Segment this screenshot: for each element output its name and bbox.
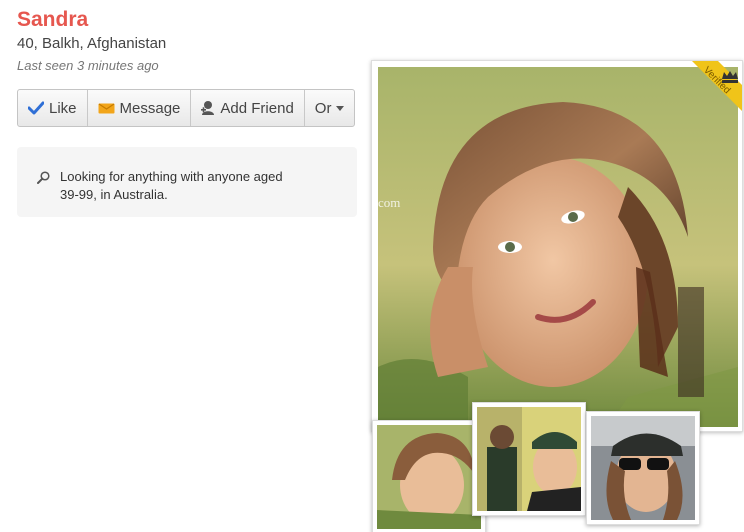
caret-down-icon	[336, 105, 345, 111]
looking-for-text: Looking for anything with anyone aged 39…	[60, 169, 283, 202]
photo-thumbnail-3[interactable]	[586, 411, 700, 525]
thumbnail-image-2	[477, 407, 581, 511]
photo-thumbnail-2[interactable]	[472, 402, 586, 516]
photo-thumbnail-1[interactable]	[372, 420, 486, 532]
looking-for-panel: Looking for anything with anyone aged 39…	[17, 147, 357, 217]
checkmark-icon	[28, 101, 44, 115]
person-add-icon	[201, 100, 215, 116]
envelope-icon	[98, 102, 115, 115]
or-dropdown-button[interactable]: Or	[305, 90, 355, 126]
like-button[interactable]: Like	[18, 90, 88, 126]
like-label: Like	[49, 99, 77, 117]
thumbnail-image-3	[591, 416, 695, 520]
message-label: Message	[119, 99, 181, 117]
photo-watermark: com	[378, 195, 401, 210]
magnifier-icon	[37, 171, 50, 189]
add-friend-label: Add Friend	[220, 99, 294, 117]
message-button[interactable]: Message	[88, 90, 192, 126]
profile-location: 40, Balkh, Afghanistan	[17, 35, 167, 52]
main-profile-photo[interactable]: com Verified	[371, 60, 743, 432]
profile-name: Sandra	[17, 8, 89, 31]
or-label: Or	[314, 99, 332, 117]
thumbnail-image-1	[377, 425, 481, 529]
last-seen-status: Last seen 3 minutes ago	[17, 58, 159, 73]
verified-badge: Verified	[678, 61, 742, 125]
add-friend-button[interactable]: Add Friend	[191, 90, 305, 126]
profile-action-bar: Like Message Add Friend Or	[17, 89, 356, 127]
